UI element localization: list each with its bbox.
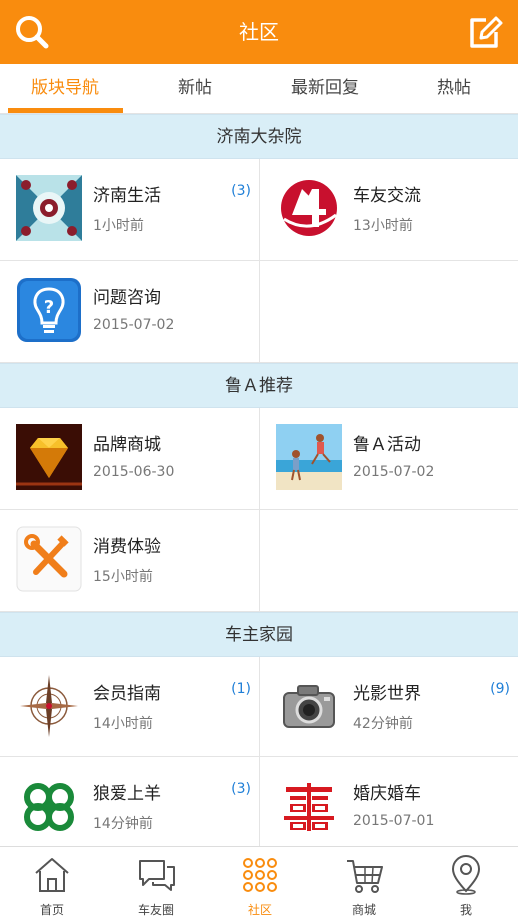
tab-hot-posts[interactable]: 热帖	[390, 64, 518, 114]
section-header: 济南大杂院	[0, 114, 518, 159]
board-name: 消费体验	[93, 537, 161, 557]
svg-text:?: ?	[44, 297, 54, 318]
camera-icon	[276, 673, 342, 739]
board-time: 14分钟前	[93, 816, 153, 832]
board-item[interactable]: 鲁Ａ活动 2015-07-02	[260, 408, 518, 510]
nav-label: 首页	[39, 903, 64, 917]
compose-button[interactable]	[466, 12, 506, 52]
nav-label: 商城	[351, 903, 376, 917]
location-pin-icon	[451, 855, 481, 895]
empty-cell	[260, 261, 518, 363]
tab-latest-replies[interactable]: 最新回复	[260, 64, 390, 114]
board-item[interactable]: 婚庆婚车 2015-07-01	[260, 757, 518, 847]
board-time: 2015-07-02	[353, 464, 435, 480]
nav-car-friends[interactable]: 车友圈	[104, 847, 208, 920]
tools-icon	[16, 526, 82, 592]
board-item[interactable]: 消费体验 15小时前	[0, 510, 260, 612]
compose-icon	[470, 16, 503, 48]
board-name: 光影世界	[353, 684, 421, 704]
nav-home[interactable]: 首页	[0, 847, 104, 920]
nav-label: 我	[459, 903, 472, 917]
nav-mall[interactable]: 商城	[312, 847, 416, 920]
board-name: 品牌商城	[93, 435, 161, 455]
nav-label: 车友圈	[137, 903, 174, 917]
board-time: 2015-07-01	[353, 813, 435, 829]
board-item[interactable]: 狼爱上羊 14分钟前 (3)	[0, 757, 260, 847]
nav-community[interactable]: 社区	[208, 847, 312, 920]
board-name: 车友交流	[353, 186, 421, 206]
active-tab-indicator	[8, 108, 123, 113]
board-item[interactable]: 品牌商城 2015-06-30	[0, 408, 260, 510]
section-header: 鲁Ａ推荐	[0, 363, 518, 408]
post-count: (3)	[231, 183, 251, 199]
red-4-logo	[276, 175, 342, 241]
nav-label: 社区	[247, 903, 272, 917]
board-name: 狼爱上羊	[93, 784, 161, 804]
tab-new-posts[interactable]: 新帖	[130, 64, 260, 114]
empty-cell	[260, 510, 518, 612]
grid-dots-icon	[243, 858, 277, 892]
board-time: 2015-07-02	[93, 317, 175, 333]
tab-bar: 版块导航 新帖 最新回复 热帖	[0, 64, 518, 114]
beach-photo-thumb	[276, 424, 342, 490]
board-time: 2015-06-30	[93, 464, 175, 480]
post-count: (3)	[231, 781, 251, 797]
page-title: 社区	[239, 20, 279, 44]
lightbulb-question-icon: ?	[16, 277, 82, 343]
diamond-thumb	[16, 424, 82, 490]
green-knot-icon	[16, 773, 82, 839]
board-time: 14小时前	[93, 716, 153, 732]
bottom-nav: 首页 车友圈 社区 商城 我	[0, 846, 518, 920]
post-count: (9)	[490, 681, 510, 697]
top-bar: 社区	[0, 0, 518, 64]
board-name: 问题咨询	[93, 288, 161, 308]
section-header: 车主家园	[0, 612, 518, 657]
board-time: 13小时前	[353, 218, 413, 234]
home-icon	[35, 858, 69, 892]
board-name: 会员指南	[93, 684, 161, 704]
board-time: 1小时前	[93, 218, 144, 234]
board-item[interactable]: 光影世界 42分钟前 (9)	[260, 657, 518, 757]
board-item[interactable]: ? 问题咨询 2015-07-02	[0, 261, 260, 363]
post-count: (1)	[231, 681, 251, 697]
double-happiness-icon	[276, 773, 342, 839]
board-time: 42分钟前	[353, 716, 413, 732]
board-time: 15小时前	[93, 569, 153, 585]
compass-icon	[16, 673, 82, 739]
board-name: 婚庆婚车	[353, 784, 421, 804]
board-name: 鲁Ａ活动	[353, 435, 421, 455]
board-name: 济南生活	[93, 186, 161, 206]
board-item[interactable]: 车友交流 13小时前	[260, 159, 518, 261]
board-item[interactable]: 会员指南 14小时前 (1)	[0, 657, 260, 757]
tab-board-nav[interactable]: 版块导航	[0, 64, 130, 114]
nav-me[interactable]: 我	[414, 847, 518, 920]
board-item[interactable]: 济南生活 1小时前 (3)	[0, 159, 260, 261]
kaleidoscope-thumb	[16, 175, 82, 241]
chat-icon	[139, 860, 175, 891]
cart-icon	[347, 860, 383, 893]
